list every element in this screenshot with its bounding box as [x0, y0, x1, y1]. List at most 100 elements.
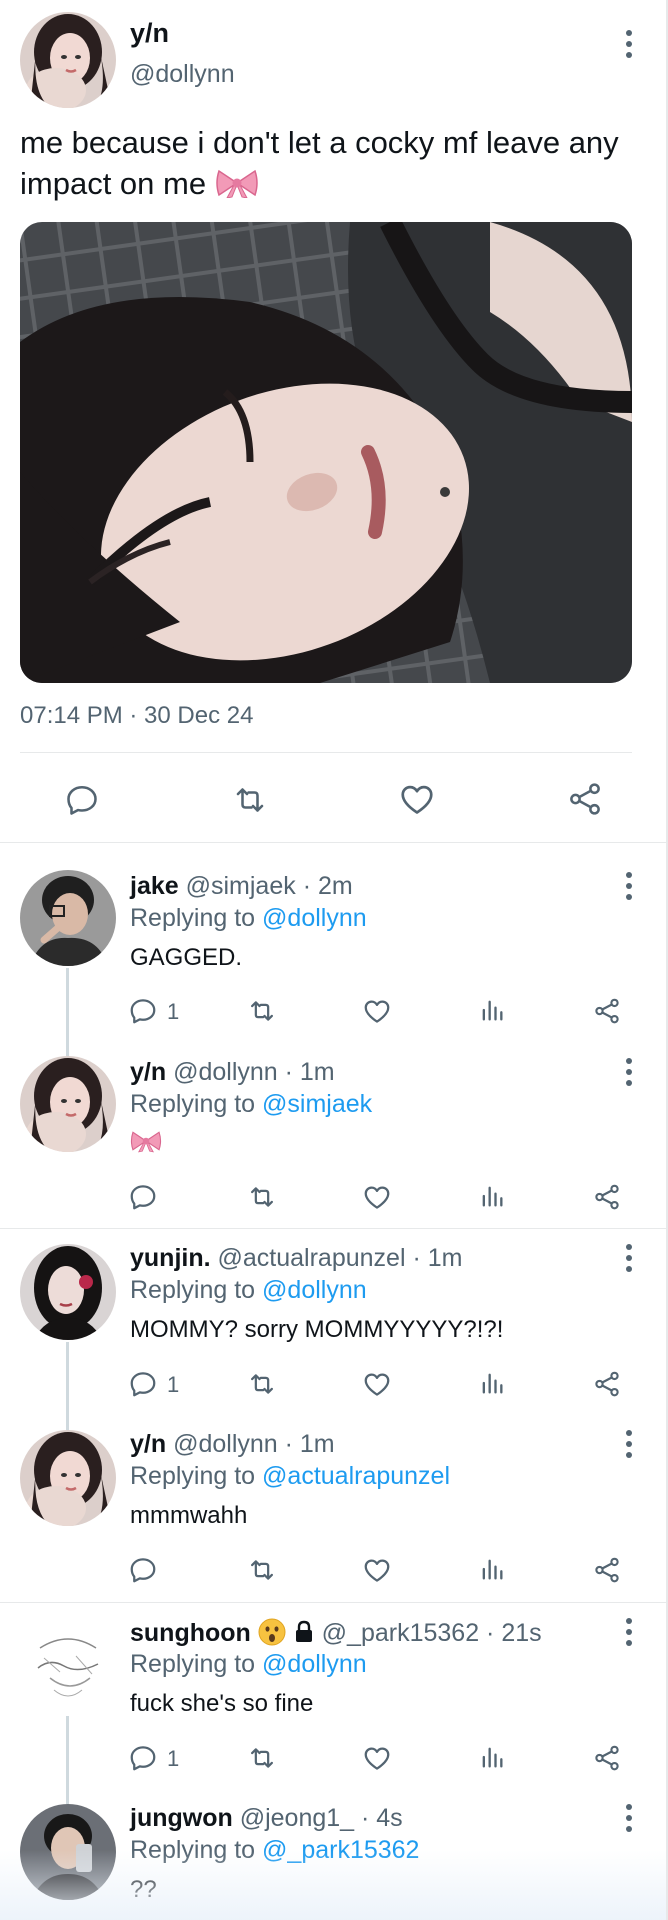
share-icon[interactable] [592, 1369, 622, 1399]
author-handle[interactable]: @dollynn [173, 1058, 278, 1086]
reply-time: · 4s [354, 1804, 403, 1832]
author-handle[interactable]: @_park15362 [322, 1619, 479, 1647]
bottom-fade [0, 1850, 666, 1920]
replying-to-link[interactable]: @dollynn [262, 1650, 367, 1678]
reply-tweet: y/n @dollynn · 1m Replying to @simjaek [0, 1046, 666, 1220]
tweet-photo[interactable] [20, 222, 632, 683]
avatar[interactable] [20, 1618, 116, 1714]
reply-tweet: yunjin. @actualrapunzel · 1m Replying to… [0, 1232, 666, 1406]
reply-text: MOMMY? sorry MOMMYYYYY?!?! [130, 1316, 504, 1343]
reply-header: yunjin. @actualrapunzel · 1m [130, 1244, 462, 1273]
more-icon[interactable] [623, 30, 635, 64]
views-icon[interactable] [478, 1369, 506, 1397]
share-icon[interactable] [592, 996, 622, 1026]
reply-text: fuck she's so fine [130, 1690, 314, 1717]
author-handle[interactable]: @simjaek [186, 872, 296, 900]
replying-to-prefix: Replying to [130, 1276, 263, 1304]
thread-line [66, 1716, 69, 1804]
share-icon[interactable] [566, 780, 604, 818]
reply-time: · 21s [479, 1619, 542, 1647]
author-name[interactable]: y/n [130, 18, 169, 49]
more-icon[interactable] [623, 1244, 635, 1278]
reply-text: mmmwahh [130, 1502, 248, 1529]
reply-header: jungwon @jeong1_ · 4s [130, 1804, 403, 1833]
reply-icon[interactable] [128, 1369, 158, 1399]
retweet-icon[interactable] [246, 996, 278, 1026]
author-name[interactable]: y/n [130, 1430, 166, 1458]
reply-icon[interactable] [64, 782, 100, 818]
author-handle[interactable]: @jeong1_ [240, 1804, 354, 1832]
thread-line [66, 968, 69, 1056]
author-name[interactable]: yunjin. [130, 1244, 211, 1272]
astonished-face-emoji [258, 1618, 286, 1653]
reply-count: 1 [167, 1746, 180, 1771]
more-icon[interactable] [623, 872, 635, 906]
like-icon[interactable] [362, 996, 392, 1026]
more-icon[interactable] [623, 1058, 635, 1092]
reply-header: sunghoon @_park15362 · 21s [130, 1618, 542, 1653]
reply-header: y/n @dollynn · 1m [130, 1058, 335, 1087]
reply-icon[interactable] [128, 1555, 158, 1585]
replying-to-link[interactable]: @actualrapunzel [262, 1462, 450, 1490]
more-icon[interactable] [623, 1430, 635, 1464]
share-icon[interactable] [592, 1182, 622, 1212]
replying-to-prefix: Replying to [130, 1650, 263, 1678]
main-tweet: y/n @dollynn me because i don't let a co… [0, 0, 666, 842]
reply-text: GAGGED. [130, 944, 243, 971]
reply-tweet: jake @simjaek · 2m Replying to @dollynn … [0, 860, 666, 1034]
more-icon[interactable] [623, 1618, 635, 1652]
replying-to-prefix: Replying to [130, 1090, 263, 1118]
author-handle[interactable]: @dollynn [173, 1430, 278, 1458]
reply-icon[interactable] [128, 1182, 158, 1212]
retweet-icon[interactable] [246, 1743, 278, 1773]
lock-icon [293, 1620, 315, 1651]
reply-tweet: sunghoon @_park15362 · 21s Replying to @… [0, 1606, 666, 1780]
replying-to-link[interactable]: @dollynn [262, 1276, 367, 1304]
views-icon[interactable] [478, 996, 506, 1024]
divider [0, 1602, 666, 1603]
author-handle[interactable]: @actualrapunzel [218, 1244, 406, 1272]
author-name[interactable]: jake [130, 872, 179, 900]
thread-line [66, 1342, 69, 1430]
like-icon[interactable] [398, 780, 436, 818]
reply-tweet: y/n @dollynn · 1m Replying to @actualrap… [0, 1418, 666, 1592]
like-icon[interactable] [362, 1369, 392, 1399]
avatar[interactable] [20, 870, 116, 966]
tweet-text: me because i don't let a cocky mf leave … [20, 122, 660, 208]
avatar[interactable] [20, 12, 116, 108]
reply-icon[interactable] [128, 996, 158, 1026]
share-icon[interactable] [592, 1555, 622, 1585]
more-icon[interactable] [623, 1804, 635, 1838]
retweet-icon[interactable] [246, 1369, 278, 1399]
reply-time: · 1m [277, 1430, 335, 1458]
replying-to: Replying to @dollynn [130, 1276, 367, 1305]
retweet-icon[interactable] [230, 782, 270, 818]
divider [0, 1228, 666, 1229]
avatar[interactable] [20, 1244, 116, 1340]
views-icon[interactable] [478, 1182, 506, 1210]
retweet-icon[interactable] [246, 1555, 278, 1585]
author-handle[interactable]: @dollynn [130, 60, 235, 89]
avatar[interactable] [20, 1430, 116, 1526]
like-icon[interactable] [362, 1182, 392, 1212]
reply-icon[interactable] [128, 1743, 158, 1773]
views-icon[interactable] [478, 1743, 506, 1771]
like-icon[interactable] [362, 1743, 392, 1773]
replying-to: Replying to @dollynn [130, 1650, 367, 1679]
retweet-icon[interactable] [246, 1182, 278, 1212]
avatar[interactable] [20, 1056, 116, 1152]
replying-to-link[interactable]: @dollynn [262, 904, 367, 932]
reply-count: 1 [167, 1372, 180, 1397]
share-icon[interactable] [592, 1743, 622, 1773]
reply-time: · 1m [277, 1058, 335, 1086]
views-icon[interactable] [478, 1555, 506, 1583]
reply-time: · 2m [295, 872, 353, 900]
like-icon[interactable] [362, 1555, 392, 1585]
author-name[interactable]: sunghoon [130, 1619, 251, 1647]
replying-to-link[interactable]: @simjaek [262, 1090, 372, 1118]
reply-header: y/n @dollynn · 1m [130, 1430, 335, 1459]
replying-to: Replying to @dollynn [130, 904, 367, 933]
author-name[interactable]: jungwon [130, 1804, 233, 1832]
reply-time: · 1m [405, 1244, 463, 1272]
author-name[interactable]: y/n [130, 1058, 166, 1086]
